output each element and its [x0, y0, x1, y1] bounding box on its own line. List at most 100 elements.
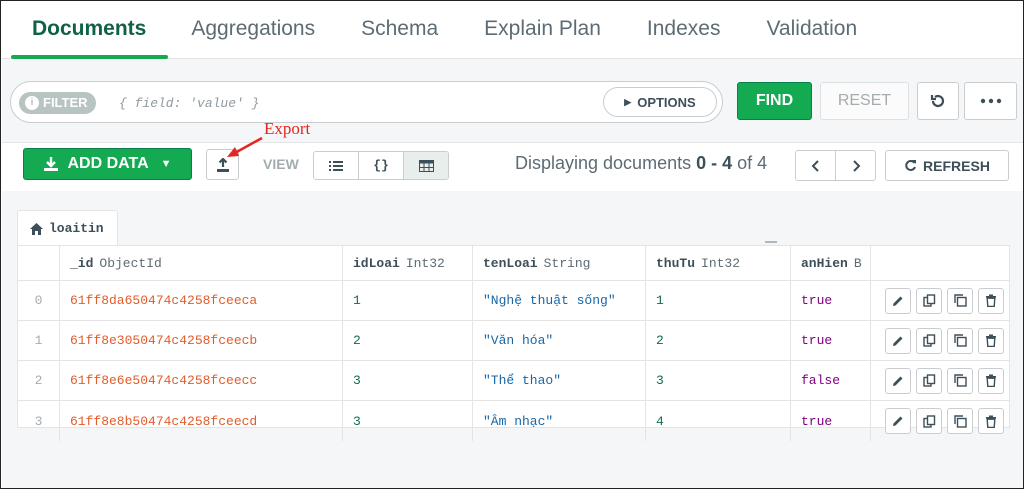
anhien-cell[interactable]: true [791, 321, 871, 360]
json-icon: {} [373, 158, 389, 173]
thutu-cell[interactable]: 2 [646, 321, 791, 360]
tab-validation[interactable]: Validation [743, 2, 880, 58]
tenloai-cell[interactable]: "Văn hóa" [473, 321, 646, 360]
options-label: OPTIONS [637, 94, 696, 110]
json-view-button[interactable]: {} [359, 152, 404, 179]
clone-document-button[interactable] [947, 287, 973, 314]
column-name: _id [70, 255, 94, 271]
copy-document-button[interactable] [916, 367, 942, 394]
tab-documents[interactable]: Documents [2, 2, 169, 59]
delete-document-button[interactable] [978, 327, 1004, 354]
column-header[interactable]: tenLoai String [473, 246, 646, 280]
column-name: thuTu [656, 255, 696, 271]
table-view-button[interactable] [404, 152, 448, 179]
pagination-group [795, 150, 876, 181]
delete-document-button[interactable] [978, 408, 1004, 434]
copy-icon [922, 334, 935, 347]
id-cell[interactable]: 61ff8e3050474c4258fceecb [60, 321, 343, 360]
export-annotation-label: Export [264, 119, 311, 138]
column-header[interactable]: anHien B [791, 246, 871, 280]
trash-icon [986, 294, 996, 307]
documents-area: loaitin _id ObjectId idLoai Int32 tenLoai S… [2, 191, 1023, 488]
copy-icon [922, 294, 935, 307]
id-cell[interactable]: 61ff8e6e50474c4258fceecc [60, 361, 343, 400]
edit-document-button[interactable] [885, 287, 911, 314]
idloai-cell[interactable]: 1 [343, 281, 473, 320]
tenloai-cell[interactable]: "Nghệ thuật sống" [473, 281, 646, 320]
delete-document-button[interactable] [978, 367, 1004, 394]
query-bar: i FILTER ▶ OPTIONS FIND RESET [2, 59, 1023, 143]
row-index: 3 [18, 401, 60, 441]
display-total: 4 [757, 153, 768, 173]
table-header-row: _id ObjectId idLoai Int32 tenLoai String th… [18, 246, 1009, 281]
column-header[interactable]: thuTu Int32 [646, 246, 791, 280]
tab-aggregations[interactable]: Aggregations [168, 2, 338, 58]
column-name: anHien [801, 255, 848, 271]
view-label: VIEW [263, 156, 299, 172]
anhien-cell[interactable]: false [791, 361, 871, 400]
tab-indexes[interactable]: Indexes [624, 2, 744, 58]
edit-document-button[interactable] [885, 327, 911, 354]
list-icon [329, 160, 343, 171]
annotation-arrow-icon [227, 136, 263, 157]
clone-document-button[interactable] [947, 408, 973, 434]
more-options-button[interactable] [964, 82, 1017, 120]
thutu-cell[interactable]: 3 [646, 361, 791, 400]
documents-table: _id ObjectId idLoai Int32 tenLoai String th… [17, 245, 1010, 441]
next-page-button[interactable] [836, 151, 875, 180]
collection-tab[interactable]: loaitin [17, 210, 118, 246]
filter-box: i FILTER ▶ OPTIONS [10, 81, 723, 123]
reset-button[interactable]: RESET [820, 82, 909, 120]
thutu-cell[interactable]: 4 [646, 401, 791, 441]
thutu-cell[interactable]: 1 [646, 281, 791, 320]
table-row: 3 61ff8e8b50474c4258fceecd 3 "Âm nhạc" 4… [18, 401, 1009, 441]
list-view-button[interactable] [314, 152, 359, 179]
clone-icon [953, 294, 967, 307]
copy-document-button[interactable] [916, 287, 942, 314]
table-row: 1 61ff8e3050474c4258fceecb 2 "Văn hóa" 2… [18, 321, 1009, 361]
anhien-cell[interactable]: true [791, 281, 871, 320]
column-name: idLoai [353, 255, 400, 271]
clone-document-button[interactable] [947, 327, 973, 354]
refresh-icon [905, 160, 917, 171]
pencil-icon [893, 296, 903, 306]
edit-document-button[interactable] [885, 408, 911, 434]
idloai-cell[interactable]: 3 [343, 401, 473, 441]
history-icon [930, 94, 945, 108]
copy-document-button[interactable] [916, 327, 942, 354]
id-cell[interactable]: 61ff8e8b50474c4258fceecd [60, 401, 343, 441]
add-data-label: ADD DATA [67, 155, 149, 172]
refresh-label: REFRESH [923, 157, 990, 174]
tenloai-cell[interactable]: "Thể thao" [473, 361, 646, 400]
anhien-cell[interactable]: true [791, 401, 871, 441]
tab-schema[interactable]: Schema [338, 2, 461, 58]
add-data-button[interactable]: ADD DATA ▼ [23, 148, 192, 180]
row-index: 0 [18, 281, 60, 320]
document-count-text: Displaying documents 0 - 4 of 4 [515, 153, 767, 174]
row-index: 1 [18, 321, 60, 360]
find-button[interactable]: FIND [737, 82, 812, 120]
column-header[interactable]: idLoai Int32 [343, 246, 473, 280]
idloai-cell[interactable]: 3 [343, 361, 473, 400]
column-type: B [853, 255, 862, 271]
export-icon [216, 157, 229, 172]
refresh-button[interactable]: REFRESH [885, 150, 1009, 181]
copy-document-button[interactable] [916, 408, 942, 434]
caret-right-icon: ▶ [624, 96, 632, 107]
tab-explain-plan[interactable]: Explain Plan [461, 2, 624, 58]
filter-input[interactable] [119, 92, 589, 114]
prev-page-button[interactable] [796, 151, 836, 180]
options-button[interactable]: ▶ OPTIONS [603, 87, 717, 117]
view-toggle-group: {} [313, 151, 449, 180]
trash-icon [986, 374, 996, 387]
idloai-cell[interactable]: 2 [343, 321, 473, 360]
tenloai-cell[interactable]: "Âm nhạc" [473, 401, 646, 441]
column-header[interactable]: _id ObjectId [60, 246, 343, 280]
edit-document-button[interactable] [885, 367, 911, 394]
delete-document-button[interactable] [978, 287, 1004, 314]
history-button[interactable] [917, 82, 959, 120]
clone-document-button[interactable] [947, 367, 973, 394]
pencil-icon [893, 416, 903, 426]
id-cell[interactable]: 61ff8da650474c4258fceeca [60, 281, 343, 320]
filter-pill[interactable]: i FILTER [19, 92, 96, 114]
